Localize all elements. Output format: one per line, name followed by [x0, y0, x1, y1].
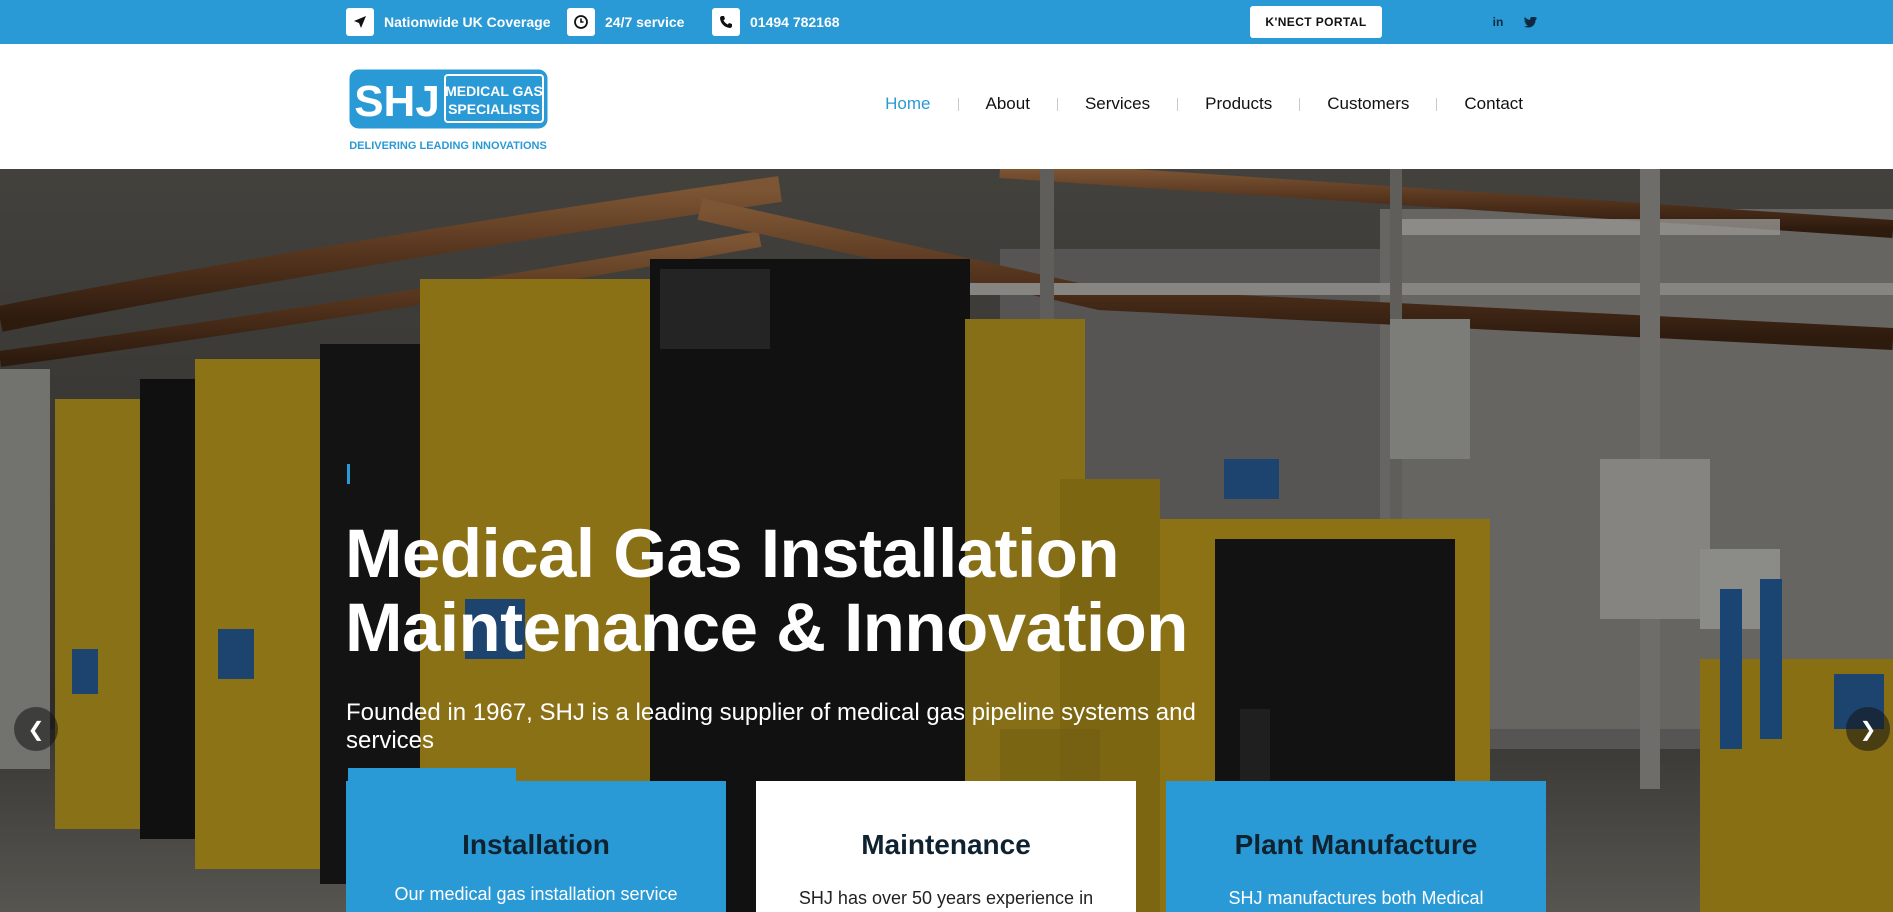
- chevron-left-icon: ❮: [27, 718, 45, 741]
- hero-subtitle: Founded in 1967, SHJ is a leading suppli…: [346, 699, 1196, 754]
- chevron-right-icon: ❯: [1859, 718, 1877, 741]
- slider-next-button[interactable]: ❯: [1846, 707, 1890, 751]
- hero-title-line1: Medical Gas Installation: [345, 515, 1120, 592]
- nav-home[interactable]: Home: [858, 94, 957, 114]
- nav-customers[interactable]: Customers: [1300, 94, 1436, 114]
- hero-title-line2: Maintenance & Innovation: [345, 589, 1188, 666]
- site-header: SHJ MEDICAL GAS SPECIALISTS DELIVERING L…: [0, 44, 1893, 169]
- service-info: 24/7 service: [567, 8, 685, 36]
- knect-portal-button[interactable]: K'NECT PORTAL: [1250, 6, 1382, 38]
- phone-info[interactable]: 01494 782168: [712, 8, 840, 36]
- card-title: Plant Manufacture: [1234, 829, 1478, 860]
- phone-number[interactable]: 01494 782168: [750, 14, 840, 30]
- card-title: Maintenance: [861, 829, 1031, 860]
- service-text: 24/7 service: [605, 14, 685, 30]
- card-text: SHJ manufactures both Medical: [1228, 888, 1484, 908]
- top-bar: Nationwide UK Coverage 24/7 service 0149…: [0, 0, 1893, 44]
- clock-icon: [567, 8, 595, 36]
- coverage-info: Nationwide UK Coverage: [346, 8, 551, 36]
- hero-accent-line: [347, 464, 350, 484]
- card-text: Our medical gas installation service: [394, 884, 678, 904]
- logo-tagline: DELIVERING LEADING INNOVATIONS: [349, 140, 547, 152]
- slider-prev-button[interactable]: ❮: [14, 707, 58, 751]
- shj-logo[interactable]: SHJ MEDICAL GAS SPECIALISTS DELIVERING L…: [349, 69, 549, 161]
- location-arrow-icon: [346, 8, 374, 36]
- card-text: SHJ has over 50 years experience in: [798, 888, 1094, 908]
- main-nav: Home About Services Products Customers C…: [858, 94, 1523, 114]
- service-card-installation[interactable]: Installation Our medical gas installatio…: [346, 781, 726, 912]
- nav-products[interactable]: Products: [1178, 94, 1299, 114]
- twitter-icon[interactable]: [1522, 14, 1538, 30]
- phone-icon: [712, 8, 740, 36]
- nav-services[interactable]: Services: [1058, 94, 1177, 114]
- service-card-plant-manufacture[interactable]: Plant Manufacture SHJ manufactures both …: [1166, 781, 1546, 912]
- nav-contact[interactable]: Contact: [1437, 94, 1523, 114]
- hero-title: Medical Gas Installation Maintenance & I…: [345, 517, 1245, 665]
- logo-mark: SHJ: [354, 77, 440, 126]
- logo-line2: SPECIALISTS: [448, 101, 540, 117]
- nav-about[interactable]: About: [959, 94, 1057, 114]
- linkedin-icon[interactable]: in: [1490, 14, 1506, 30]
- coverage-text: Nationwide UK Coverage: [384, 14, 551, 30]
- card-title: Installation: [462, 829, 610, 860]
- service-card-maintenance[interactable]: Maintenance SHJ has over 50 years experi…: [756, 781, 1136, 912]
- logo-line1: MEDICAL GAS: [445, 83, 543, 99]
